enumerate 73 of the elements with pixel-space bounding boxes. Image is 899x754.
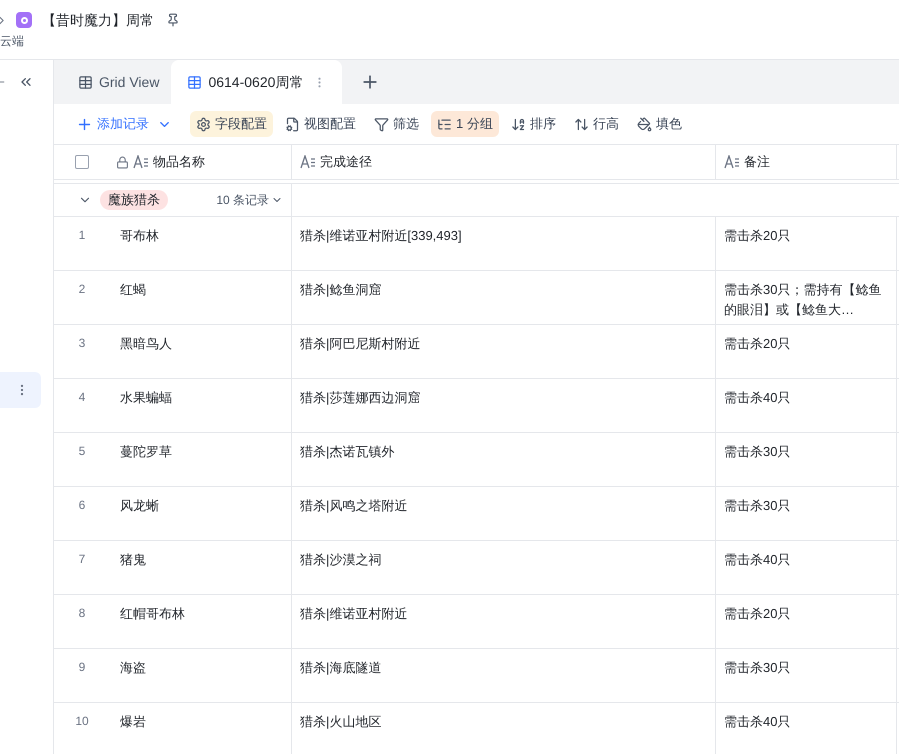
group-tag: 魔族猎杀 xyxy=(100,190,168,210)
view-tab[interactable]: 0614-0620周常 xyxy=(171,60,342,104)
table-cell: 风龙蜥 xyxy=(120,498,159,513)
table-cell: 猎杀|鲶鱼洞窟 xyxy=(300,282,382,297)
table-cell: 爆岩 xyxy=(120,714,146,729)
select-all-checkbox[interactable] xyxy=(75,155,89,169)
grid-icon xyxy=(78,74,93,90)
table-cell: 猎杀|火山地区 xyxy=(300,714,382,729)
table-cell: 猎杀|维诺亚村附近[339,493] xyxy=(300,228,462,243)
table-cell: 猎杀|风鸣之塔附近 xyxy=(300,498,408,513)
paint-bucket-icon xyxy=(636,116,652,132)
table-cell: 需击杀20只 xyxy=(724,228,790,243)
row-height-icon xyxy=(574,116,589,132)
toolbar-button[interactable]: 填色 xyxy=(630,111,688,137)
row-number: 2 xyxy=(78,281,86,296)
table-cell: 需击杀30只 xyxy=(724,444,790,459)
document-title: 【昔时魔力】周常 xyxy=(42,10,154,30)
table-cell: 水果蝙蝠 xyxy=(120,390,172,405)
grid-icon xyxy=(187,74,202,90)
app-icon xyxy=(16,12,32,28)
table-cell: 猎杀|阿巴尼斯村附近 xyxy=(300,336,420,351)
toolbar-button[interactable]: 排序 xyxy=(504,111,562,137)
table-cell: 需击杀40只 xyxy=(724,552,790,567)
toolbar-button[interactable]: 1 分组 xyxy=(431,111,499,137)
table-cell: 需击杀30只；需持有【鲶鱼的眼泪】或【鲶鱼大… xyxy=(724,282,882,317)
table-cell: 需击杀40只 xyxy=(724,714,790,729)
row-number: 10 xyxy=(75,713,89,728)
view-tab[interactable]: Grid View xyxy=(66,60,172,104)
row-number: 1 xyxy=(78,227,86,242)
toolbar-button[interactable]: 视图配置 xyxy=(279,111,362,137)
table-cell: 猎杀|维诺亚村附近 xyxy=(300,606,408,621)
column-header[interactable]: 完成途径 xyxy=(292,145,716,179)
text-field-icon xyxy=(724,155,740,169)
text-field-icon xyxy=(300,155,316,169)
table-cell: 猎杀|海底隧道 xyxy=(300,660,382,675)
column-header[interactable]: 备注 xyxy=(716,145,897,179)
table-cell: 蔓陀罗草 xyxy=(120,444,172,459)
document-subtitle: 云端 xyxy=(0,33,24,50)
row-number: 6 xyxy=(78,497,86,512)
row-number: 5 xyxy=(78,443,86,458)
toolbar-button[interactable]: 行高 xyxy=(568,111,625,137)
table-cell: 需击杀20只 xyxy=(724,336,790,351)
pin-icon[interactable] xyxy=(166,13,180,27)
lock-icon xyxy=(116,156,129,168)
table-cell: 红蝎 xyxy=(120,282,146,297)
table-cell: 哥布林 xyxy=(120,228,159,243)
toolbar-button[interactable]: 添加记录 xyxy=(70,111,178,137)
gear-icon xyxy=(196,116,211,132)
column-header[interactable]: 物品名称 xyxy=(110,145,292,179)
toolbar-button[interactable]: 筛选 xyxy=(368,111,425,137)
table-cell: 猎杀|莎莲娜西边洞窟 xyxy=(300,390,420,405)
table-cell: 需击杀40只 xyxy=(724,390,790,405)
table-cell: 猎杀|沙漠之祠 xyxy=(300,552,382,567)
row-number: 8 xyxy=(78,605,86,620)
table-cell: 需击杀30只 xyxy=(724,498,790,513)
table-cell: 需击杀30只 xyxy=(724,660,790,675)
text-field-icon xyxy=(133,155,149,169)
row-number: 4 xyxy=(78,389,86,404)
record-count[interactable]: 10 条记录 xyxy=(216,191,269,209)
list-icon xyxy=(437,116,452,132)
toolbar-button[interactable]: 字段配置 xyxy=(190,111,273,137)
table-cell: 海盗 xyxy=(120,660,146,675)
row-number: 3 xyxy=(78,335,86,350)
row-number: 9 xyxy=(78,659,86,674)
table-cell: 猎杀|杰诺瓦镇外 xyxy=(300,444,394,459)
table-cell: 黑暗鸟人 xyxy=(120,336,172,351)
sort-icon xyxy=(510,116,526,132)
filter-icon xyxy=(374,116,389,132)
row-number: 7 xyxy=(78,551,86,566)
table-cell: 需击杀20只 xyxy=(724,606,790,621)
table-cell: 猪鬼 xyxy=(120,552,146,567)
table-cell: 红帽哥布林 xyxy=(120,606,185,621)
document-gear-icon xyxy=(285,116,300,132)
